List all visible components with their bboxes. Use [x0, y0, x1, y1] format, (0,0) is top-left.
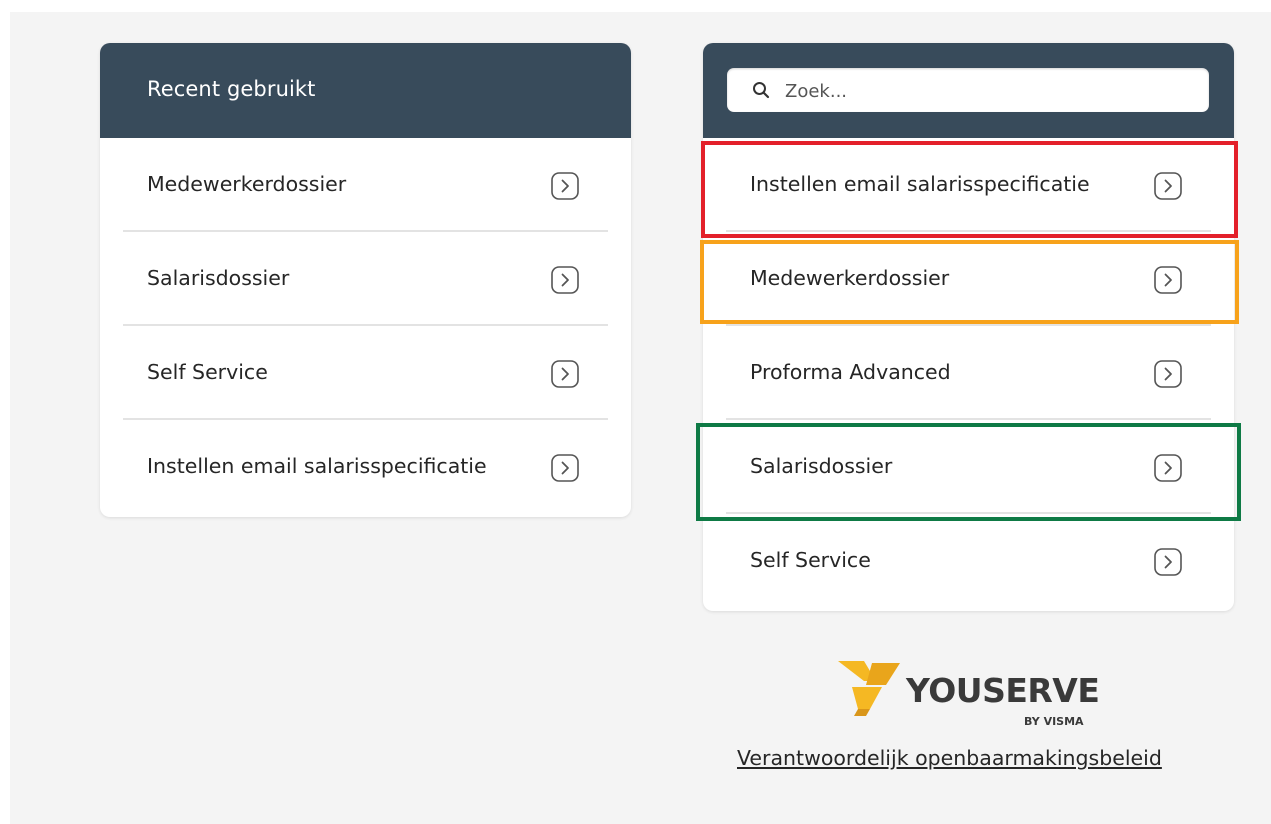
chevron-right-box-icon[interactable] [1153, 547, 1183, 577]
recent-used-header: Recent gebruikt [100, 43, 631, 138]
recent-used-card: Recent gebruikt Medewerkerdossier Salari… [100, 43, 631, 517]
list-item-label: Instellen email salarisspecificatie [147, 454, 487, 478]
logo-wordmark: YOUSERVE [906, 671, 1100, 710]
chevron-right-box-icon[interactable] [1153, 453, 1183, 483]
list-item-label: Medewerkerdossier [750, 266, 950, 290]
list-item-label: Instellen email salarisspecificatie [750, 172, 1090, 196]
list-item-label: Self Service [750, 548, 871, 572]
recent-item-self-service[interactable]: Self Service [100, 326, 631, 420]
chevron-right-box-icon[interactable] [1153, 265, 1183, 295]
result-item-proforma-advanced[interactable]: Proforma Advanced [703, 326, 1234, 420]
disclosure-policy-link[interactable]: Verantwoordelijk openbaarmakingsbeleid [737, 746, 1162, 770]
recent-item-instellen-email[interactable]: Instellen email salarisspecificatie [100, 420, 631, 514]
list-item-label: Medewerkerdossier [147, 172, 347, 196]
chevron-right-box-icon[interactable] [1153, 359, 1183, 389]
youserve-mark-icon [838, 661, 900, 716]
chevron-right-box-icon[interactable] [550, 359, 580, 389]
search-header [703, 43, 1234, 138]
youserve-logo: YOUSERVE BY VISMA [836, 659, 1106, 739]
recent-item-salarisdossier[interactable]: Salarisdossier [100, 232, 631, 326]
search-results-list: Instellen email salarisspecificatie Mede… [703, 138, 1234, 608]
chevron-right-box-icon[interactable] [550, 265, 580, 295]
list-item-label: Salarisdossier [147, 266, 290, 290]
page-background: Recent gebruikt Medewerkerdossier Salari… [10, 12, 1271, 824]
chevron-right-box-icon[interactable] [1153, 171, 1183, 201]
list-item-label: Self Service [147, 360, 268, 384]
chevron-right-box-icon[interactable] [550, 453, 580, 483]
result-item-self-service[interactable]: Self Service [703, 514, 1234, 608]
recent-used-title: Recent gebruikt [147, 77, 316, 101]
logo-byline: BY VISMA [1024, 715, 1084, 728]
list-item-label: Proforma Advanced [750, 360, 951, 384]
result-item-instellen-email[interactable]: Instellen email salarisspecificatie [703, 138, 1234, 232]
recent-item-medewerkerdossier[interactable]: Medewerkerdossier [100, 138, 631, 232]
search-input[interactable] [783, 68, 1197, 114]
chevron-right-box-icon[interactable] [550, 171, 580, 201]
search-box[interactable] [727, 68, 1209, 114]
result-item-salarisdossier[interactable]: Salarisdossier [703, 420, 1234, 514]
search-icon [753, 82, 770, 99]
recent-used-list: Medewerkerdossier Salarisdossier Self Se… [100, 138, 631, 514]
list-item-label: Salarisdossier [750, 454, 893, 478]
search-card: Instellen email salarisspecificatie Mede… [703, 43, 1234, 611]
result-item-medewerkerdossier[interactable]: Medewerkerdossier [703, 232, 1234, 326]
